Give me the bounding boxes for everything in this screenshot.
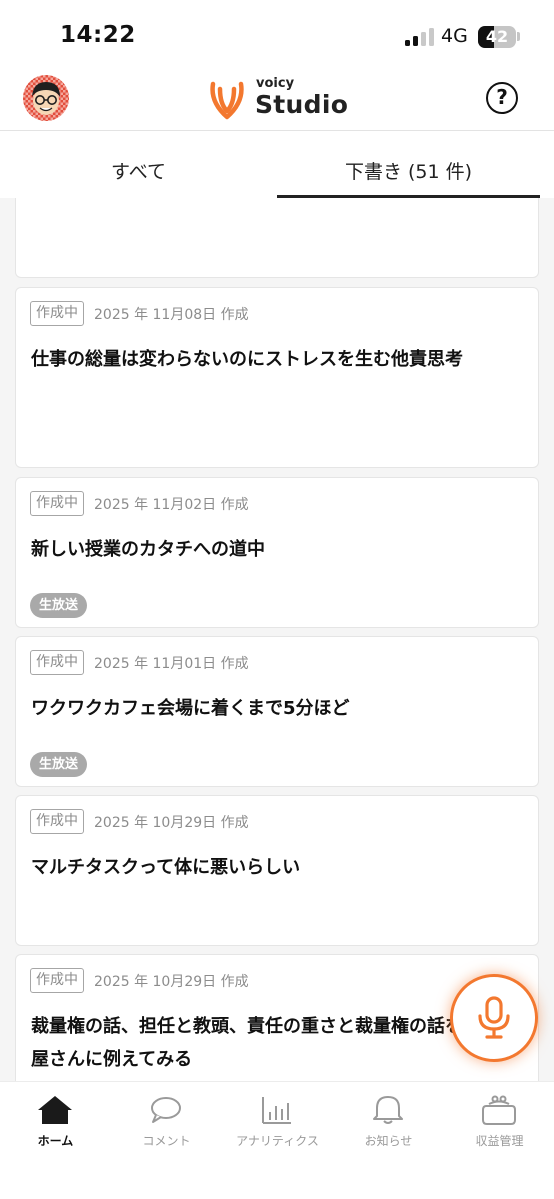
home-icon: [38, 1096, 72, 1124]
card-title: 仕事の総量は変わらないのにストレスを生む他責思考: [31, 349, 463, 370]
nav-label: お知らせ: [364, 1134, 413, 1148]
bell-icon: [373, 1096, 403, 1124]
card-date: 2025 年 10月29日 作成: [94, 973, 249, 990]
card-title: マルチタスクって体に悪いらしい: [31, 857, 301, 878]
status-bar: 14:22 4G 42: [0, 0, 554, 70]
draft-card[interactable]: [15, 198, 539, 278]
draft-status-badge: 作成中: [30, 301, 84, 326]
record-button[interactable]: [450, 974, 538, 1062]
app-header: voicy Studio ?: [0, 70, 554, 131]
tab-drafts[interactable]: 下書き (51 件): [277, 131, 540, 198]
draft-card[interactable]: 作成中 2025 年 11月08日 作成 仕事の総量は変わらないのにストレスを生む…: [15, 287, 539, 468]
nav-label: アナリティクス: [236, 1134, 319, 1148]
nav-comment[interactable]: コメント: [111, 1082, 222, 1162]
bottom-nav: ホーム コメント アナリティクス お知らせ 収益管理: [0, 1081, 554, 1199]
comment-icon: [151, 1097, 181, 1123]
tab-bar: すべて 下書き (51 件): [0, 131, 554, 198]
battery-icon: 42: [478, 26, 516, 48]
draft-card[interactable]: 作成中 2025 年 11月01日 作成 ワクワクカフェ会場に着くまで5分ほど 生…: [15, 636, 539, 787]
draft-status-badge: 作成中: [30, 491, 84, 516]
battery-tip: [517, 32, 520, 41]
voicy-studio-logo: voicy Studio: [208, 76, 349, 122]
signal-icon: [405, 28, 435, 46]
card-title: 新しい授業のカタチへの道中: [31, 539, 265, 560]
card-date: 2025 年 11月01日 作成: [94, 655, 249, 672]
draft-card[interactable]: 作成中 2025 年 11月02日 作成 新しい授業のカタチへの道中 生放送: [15, 477, 539, 628]
nav-revenue[interactable]: 収益管理: [444, 1082, 554, 1162]
draft-card[interactable]: 作成中 2025 年 10月29日 作成 マルチタスクって体に悪いらしい: [15, 795, 539, 946]
draft-status-badge: 作成中: [30, 809, 84, 834]
home-indicator: [207, 1188, 347, 1193]
draft-status-badge: 作成中: [30, 968, 84, 993]
wallet-icon: [482, 1095, 516, 1125]
network-type: 4G: [441, 25, 468, 47]
card-title: ワクワクカフェ会場に着くまで5分ほど: [31, 698, 350, 719]
live-badge: 生放送: [30, 593, 88, 618]
card-date: 2025 年 11月02日 作成: [94, 496, 249, 513]
logo-big-text: Studio: [255, 90, 349, 119]
logo-small-text: voicy: [256, 76, 295, 91]
nav-home[interactable]: ホーム: [0, 1082, 111, 1162]
status-time: 14:22: [60, 22, 136, 48]
voicy-logo-icon: [210, 81, 244, 120]
card-title: 裁量権の話、担任と教頭、責任の重さと裁量権の話を料理屋さんに例えてみる: [31, 1016, 499, 1070]
nav-label: 収益管理: [475, 1134, 524, 1148]
live-badge: 生放送: [30, 752, 88, 777]
nav-label: ホーム: [37, 1134, 74, 1148]
nav-notifications[interactable]: お知らせ: [333, 1082, 444, 1162]
tab-all[interactable]: すべて: [0, 131, 277, 198]
help-button[interactable]: ?: [486, 82, 518, 114]
draft-list: 作成中 2025 年 11月08日 作成 仕事の総量は変わらないのにストレスを生む…: [0, 198, 554, 1081]
nav-analytics[interactable]: アナリティクス: [222, 1082, 333, 1162]
card-date: 2025 年 11月08日 作成: [94, 306, 249, 323]
nav-label: コメント: [142, 1134, 191, 1148]
analytics-icon: [262, 1097, 291, 1124]
draft-status-badge: 作成中: [30, 650, 84, 675]
card-date: 2025 年 10月29日 作成: [94, 814, 249, 831]
microphone-icon: [478, 996, 510, 1039]
battery-level: 42: [485, 27, 509, 46]
avatar[interactable]: [23, 75, 69, 121]
